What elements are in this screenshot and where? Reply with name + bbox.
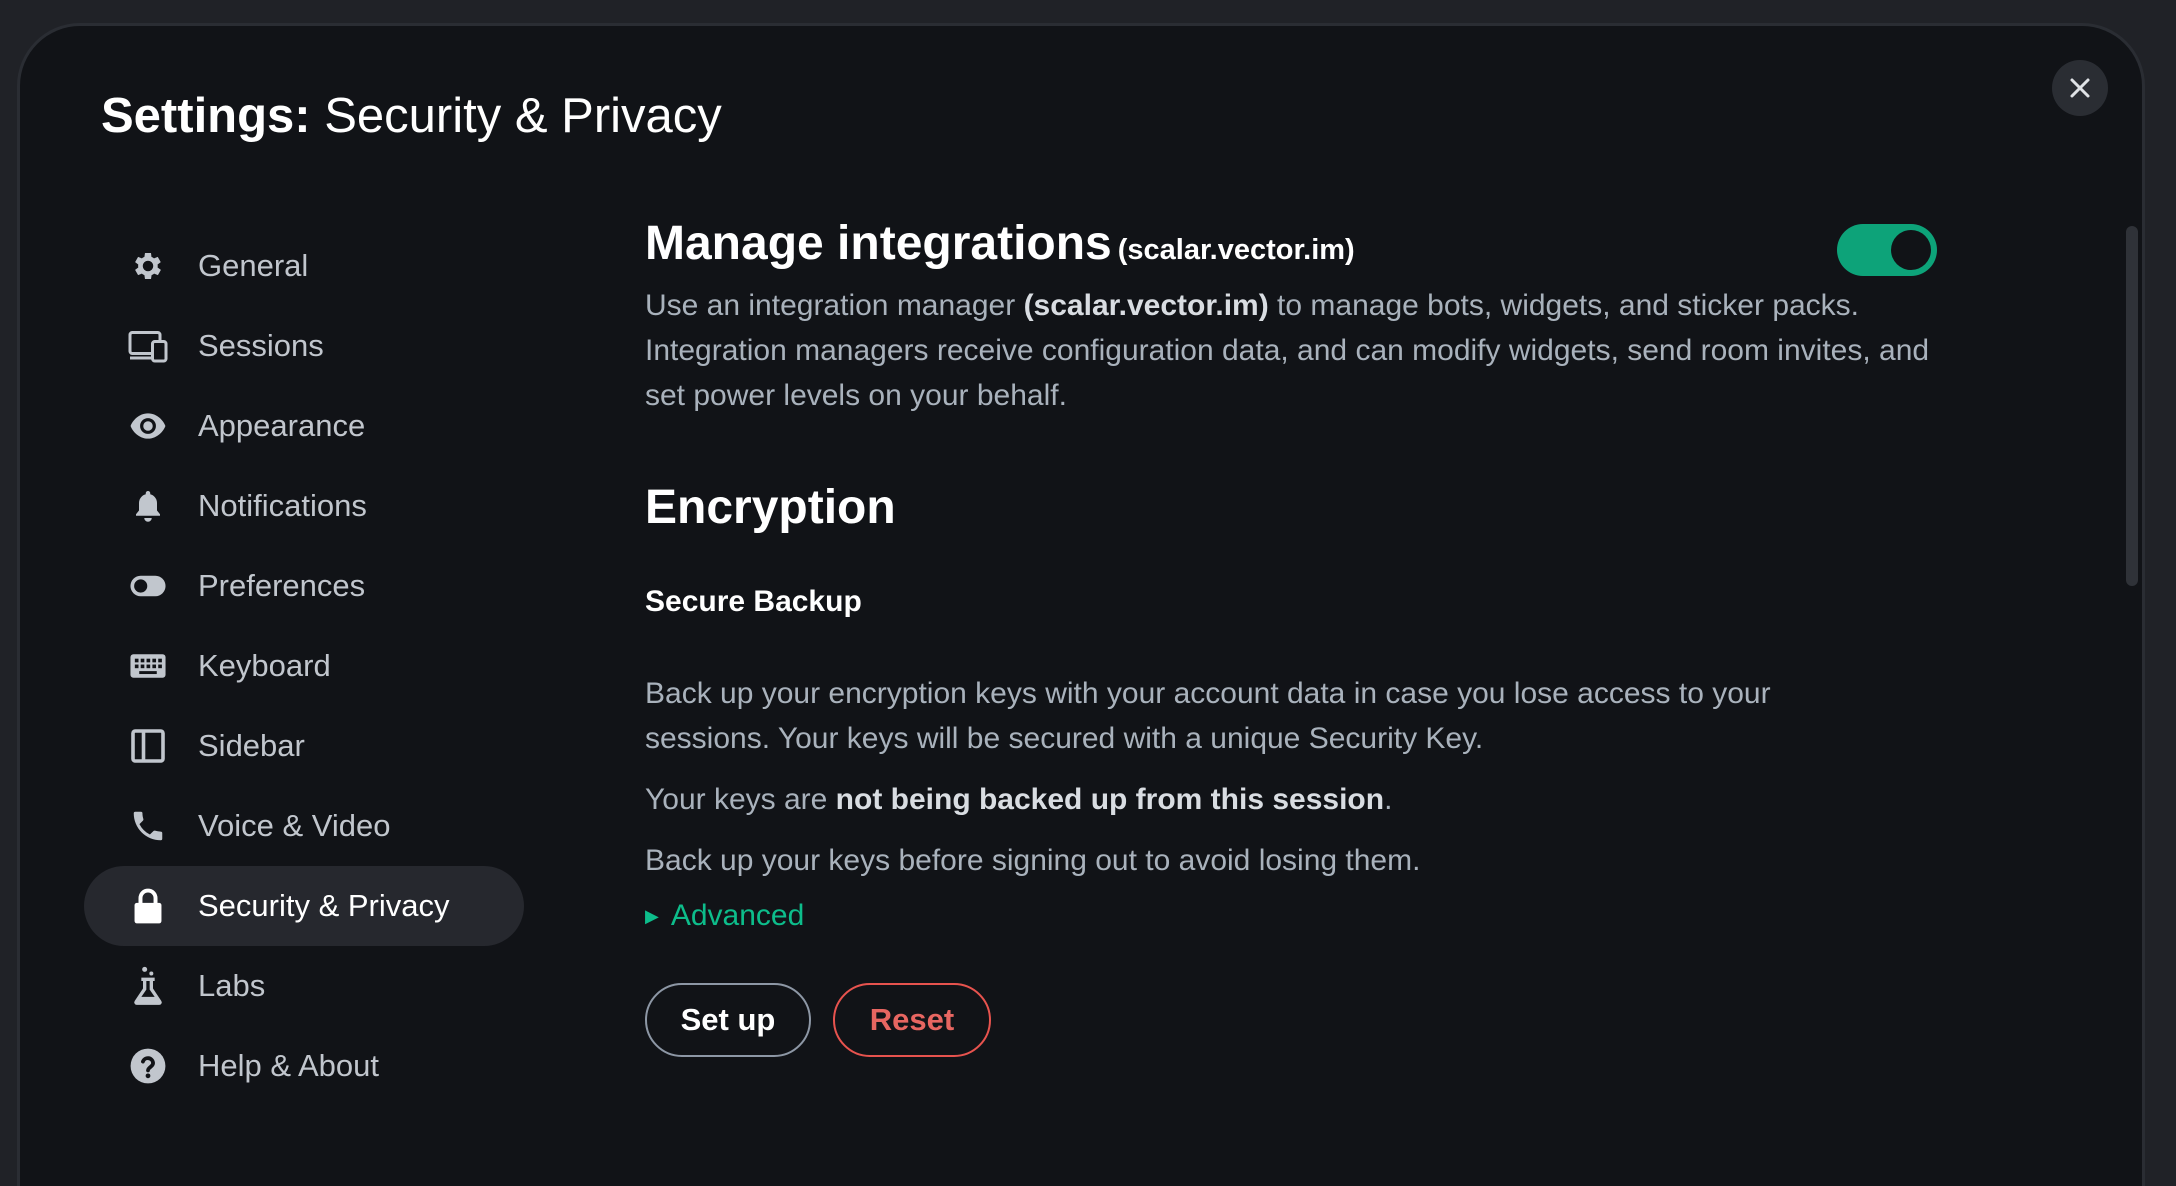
dialog-title: Settings: Security & Privacy [101, 88, 722, 144]
keyboard-icon [128, 646, 168, 686]
phone-icon [128, 806, 168, 846]
sidebar-item-label: Voice & Video [198, 808, 391, 843]
backup-status-pre: Your keys are [645, 783, 836, 816]
integrations-desc-pre: Use an integration manager [645, 289, 1024, 322]
lock-icon [128, 886, 168, 926]
sidebar-item-label: Security & Privacy [198, 888, 450, 923]
settings-content: Manage integrations (scalar.vector.im) Us… [645, 216, 1945, 1057]
sidebar-item-sessions[interactable]: Sessions [84, 306, 524, 386]
backup-status: Your keys are not being backed up from t… [645, 777, 1945, 822]
sidebar-item-label: Help & About [198, 1048, 379, 1083]
set-up-button[interactable]: Set up [645, 983, 811, 1057]
close-button[interactable] [2052, 60, 2108, 116]
settings-dialog: Settings: Security & Privacy General Ses… [20, 26, 2142, 1186]
integrations-heading: Manage integrations (scalar.vector.im) [645, 216, 1945, 271]
flask-icon [128, 966, 168, 1006]
sidebar-item-sidebar[interactable]: Sidebar [84, 706, 524, 786]
integrations-description: Use an integration manager (scalar.vecto… [645, 283, 1945, 418]
content-scrollbar[interactable] [2126, 226, 2138, 586]
advanced-disclosure[interactable]: ▶ Advanced [645, 899, 1945, 933]
sidebar-icon [128, 726, 168, 766]
dialog-title-section: Security & Privacy [310, 89, 722, 143]
dialog-title-prefix: Settings: [101, 89, 311, 143]
backup-advice: Back up your keys before signing out to … [645, 844, 1421, 877]
sidebar-item-label: Notifications [198, 488, 367, 523]
backup-status-bold: not being backed up from this session [835, 783, 1385, 816]
sidebar-item-preferences[interactable]: Preferences [84, 546, 524, 626]
sidebar-item-appearance[interactable]: Appearance [84, 386, 524, 466]
sidebar-item-keyboard[interactable]: Keyboard [84, 626, 524, 706]
backup-status-post: . [1384, 783, 1393, 816]
integrations-heading-domain: (scalar.vector.im) [1117, 234, 1355, 266]
reset-button[interactable]: Reset [833, 983, 991, 1057]
backup-actions: Set up Reset [645, 983, 1945, 1057]
sidebar-item-label: Keyboard [198, 648, 331, 683]
sidebar-item-help-about[interactable]: Help & About [84, 1026, 524, 1106]
sidebar-item-label: Preferences [198, 568, 366, 603]
integrations-toggle[interactable] [1837, 224, 1937, 276]
secure-backup-heading: Secure Backup [645, 585, 862, 618]
toggle-knob [1891, 230, 1931, 270]
secure-backup-description: Back up your encryption keys with your a… [645, 677, 1771, 755]
sidebar-item-voice-video[interactable]: Voice & Video [84, 786, 524, 866]
toggle-icon [128, 566, 168, 606]
sidebar-item-label: Sidebar [198, 728, 305, 763]
sidebar-item-label: Appearance [198, 408, 366, 443]
integrations-desc-domain: (scalar.vector.im) [1023, 289, 1269, 322]
advanced-label: Advanced [670, 899, 805, 932]
sidebar-item-label: General [198, 248, 309, 283]
gear-icon [128, 246, 168, 286]
sidebar-item-label: Sessions [198, 328, 324, 363]
close-icon [2070, 78, 2090, 98]
encryption-heading: Encryption [645, 481, 896, 534]
devices-icon [128, 326, 168, 366]
bell-icon [128, 486, 168, 526]
help-icon [128, 1046, 168, 1086]
sidebar-item-general[interactable]: General [84, 226, 524, 306]
settings-sidebar: General Sessions Appearance Notification… [84, 226, 524, 1106]
sidebar-item-labs[interactable]: Labs [84, 946, 524, 1026]
integrations-heading-text: Manage integrations [645, 217, 1112, 270]
sidebar-item-label: Labs [198, 968, 266, 1003]
eye-icon [128, 406, 168, 446]
sidebar-item-security-privacy[interactable]: Security & Privacy [84, 866, 524, 946]
disclosure-triangle-icon: ▶ [645, 905, 659, 926]
sidebar-item-notifications[interactable]: Notifications [84, 466, 524, 546]
